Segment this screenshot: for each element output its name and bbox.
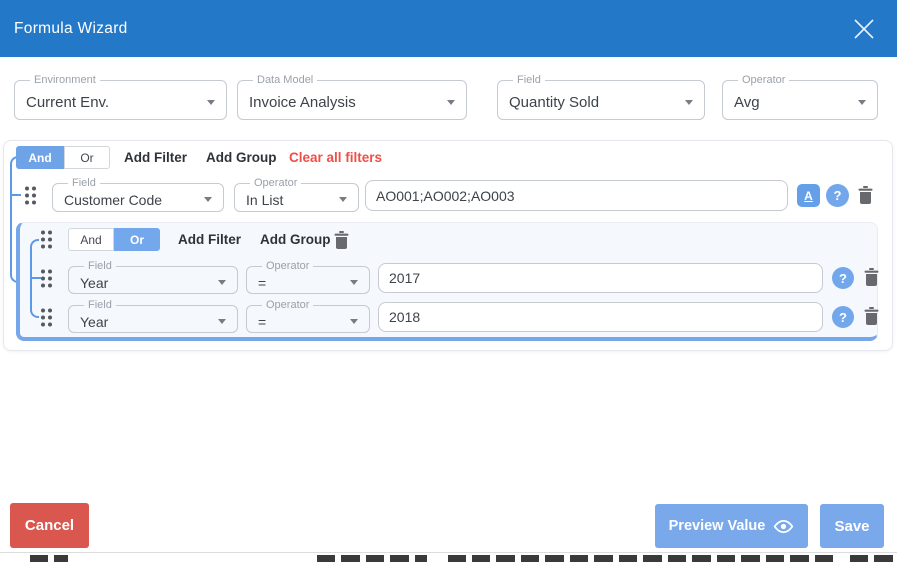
- trash-icon: [858, 186, 873, 204]
- row1-value-input[interactable]: [365, 180, 788, 211]
- environment-value: Current Env.: [26, 94, 109, 111]
- trash-icon: [864, 268, 879, 286]
- modal-bottom-edge: [0, 552, 897, 553]
- close-button[interactable]: [849, 14, 879, 44]
- chevron-down-icon: [447, 100, 455, 105]
- operator-select[interactable]: Operator Avg: [722, 75, 878, 120]
- string-type-button[interactable]: A: [797, 184, 820, 207]
- help-button[interactable]: ?: [832, 306, 854, 328]
- year1-field-value: Year: [80, 275, 108, 291]
- formula-wizard-dialog: Formula Wizard Environment Current Env. …: [0, 0, 897, 562]
- background-page-text: [850, 555, 897, 562]
- subgroup-and-toggle[interactable]: And: [68, 228, 114, 251]
- drag-handle-icon[interactable]: [39, 307, 53, 328]
- help-icon: ?: [839, 310, 847, 325]
- close-icon: [851, 16, 877, 42]
- row1-operator-label: Operator: [250, 178, 301, 189]
- background-page-text: [317, 555, 427, 562]
- row1-operator-select[interactable]: Operator In List: [234, 178, 359, 212]
- string-type-icon: A: [804, 189, 813, 203]
- year1-delete-button[interactable]: [864, 268, 879, 286]
- save-label: Save: [834, 518, 869, 535]
- row1-field-value: Customer Code: [64, 192, 162, 208]
- trash-icon: [334, 231, 349, 249]
- root-and-toggle[interactable]: And: [16, 146, 64, 169]
- year2-operator-select[interactable]: Operator =: [246, 300, 370, 333]
- help-icon: ?: [834, 188, 842, 203]
- dialog-header: Formula Wizard: [0, 0, 897, 57]
- row1-field-select[interactable]: Field Customer Code: [52, 178, 224, 212]
- background-page-text: [472, 555, 838, 562]
- chevron-down-icon: [218, 319, 226, 324]
- drag-handle-icon[interactable]: [39, 268, 53, 289]
- help-icon: ?: [839, 271, 847, 286]
- environment-label: Environment: [30, 75, 100, 86]
- field-value: Quantity Sold: [509, 94, 599, 111]
- year2-operator-value: =: [258, 314, 266, 330]
- year2-field-select[interactable]: Field Year: [68, 300, 238, 333]
- year1-operator-select[interactable]: Operator =: [246, 261, 370, 294]
- trash-icon: [864, 307, 879, 325]
- root-or-toggle[interactable]: Or: [64, 146, 110, 169]
- clear-all-filters-button[interactable]: Clear all filters: [289, 150, 382, 165]
- operator-value: Avg: [734, 94, 760, 111]
- environment-select[interactable]: Environment Current Env.: [14, 75, 227, 120]
- dialog-title: Formula Wizard: [14, 20, 128, 38]
- row1-delete-button[interactable]: [858, 186, 873, 204]
- year2-value-input[interactable]: [378, 302, 823, 332]
- cancel-label: Cancel: [25, 517, 74, 534]
- help-button[interactable]: ?: [832, 267, 854, 289]
- chevron-down-icon: [350, 280, 358, 285]
- field-label: Field: [513, 75, 545, 86]
- help-button[interactable]: ?: [826, 184, 849, 207]
- year2-operator-label: Operator: [262, 300, 313, 311]
- year1-operator-label: Operator: [262, 261, 313, 272]
- year2-delete-button[interactable]: [864, 307, 879, 325]
- chevron-down-icon: [204, 197, 212, 202]
- chevron-down-icon: [858, 100, 866, 105]
- operator-label: Operator: [738, 75, 789, 86]
- chevron-down-icon: [218, 280, 226, 285]
- subgroup-add-group-button[interactable]: Add Group: [260, 232, 331, 247]
- cancel-button[interactable]: Cancel: [10, 503, 89, 548]
- drag-handle-icon[interactable]: [23, 185, 37, 206]
- year1-field-select[interactable]: Field Year: [68, 261, 238, 294]
- year2-field-value: Year: [80, 314, 108, 330]
- data-model-select[interactable]: Data Model Invoice Analysis: [237, 75, 467, 120]
- chevron-down-icon: [339, 197, 347, 202]
- chevron-down-icon: [207, 100, 215, 105]
- data-model-label: Data Model: [253, 75, 317, 86]
- year1-field-label: Field: [84, 261, 116, 272]
- preview-value-label: Preview Value: [669, 518, 766, 534]
- root-add-group-button[interactable]: Add Group: [206, 150, 277, 165]
- background-page-text: [448, 555, 466, 562]
- subgroup-delete-button[interactable]: [334, 231, 349, 249]
- root-add-filter-button[interactable]: Add Filter: [124, 150, 187, 165]
- preview-value-button[interactable]: Preview Value: [655, 504, 808, 548]
- eye-icon: [773, 519, 794, 534]
- data-model-value: Invoice Analysis: [249, 94, 356, 111]
- subgroup-add-filter-button[interactable]: Add Filter: [178, 232, 241, 247]
- field-select[interactable]: Field Quantity Sold: [497, 75, 705, 120]
- year1-operator-value: =: [258, 275, 266, 291]
- subgroup-or-toggle[interactable]: Or: [114, 228, 160, 251]
- chevron-down-icon: [685, 100, 693, 105]
- root-bracket-tick: [10, 194, 21, 196]
- year2-field-label: Field: [84, 300, 116, 311]
- row1-operator-value: In List: [246, 192, 283, 208]
- chevron-down-icon: [350, 319, 358, 324]
- drag-handle-icon[interactable]: [39, 229, 53, 250]
- year1-value-input[interactable]: [378, 263, 823, 293]
- background-page-text: [30, 555, 68, 562]
- save-button[interactable]: Save: [820, 504, 884, 548]
- row1-field-label: Field: [68, 178, 100, 189]
